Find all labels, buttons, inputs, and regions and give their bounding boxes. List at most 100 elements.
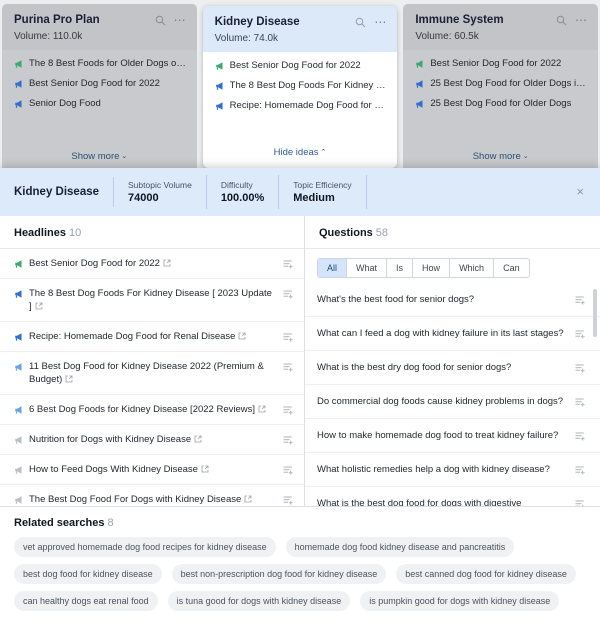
related-search-chip[interactable]: best dog food for kidney disease: [14, 564, 162, 584]
search-icon[interactable]: [355, 17, 366, 28]
question-row[interactable]: What can I feed a dog with kidney failur…: [305, 317, 600, 351]
subtopic-card-kidney-disease[interactable]: Kidney Disease ⋯ Volume: 74.0k Best Seni…: [203, 6, 398, 168]
external-link-icon[interactable]: [65, 375, 73, 383]
question-row[interactable]: How to make homemade dog food to treat k…: [305, 419, 600, 453]
question-filter-all[interactable]: All: [318, 259, 347, 277]
external-link-icon[interactable]: [35, 302, 43, 310]
add-to-list-icon[interactable]: [282, 361, 294, 373]
add-to-list-icon[interactable]: [574, 498, 586, 506]
question-label: What is the best dry dog food for senior…: [317, 361, 568, 374]
add-to-list-icon[interactable]: [282, 404, 294, 416]
metric-label: Subtopic Volume: [128, 179, 192, 191]
list-item[interactable]: Recipe: Homemade Dog Food for Renal …: [215, 100, 388, 112]
headlines-list[interactable]: Best Senior Dog Food for 2022The 8 Best …: [0, 249, 304, 506]
card-title: Kidney Disease: [215, 16, 356, 28]
question-label: What's the best food for senior dogs?: [317, 293, 568, 306]
question-row[interactable]: Do commercial dog foods cause kidney pro…: [305, 385, 600, 419]
external-link-icon[interactable]: [238, 332, 246, 340]
related-search-chip[interactable]: vet approved homemade dog food recipes f…: [14, 537, 276, 557]
scrollbar-thumb[interactable]: [593, 289, 597, 337]
more-options-icon[interactable]: ⋯: [575, 17, 588, 23]
external-link-icon[interactable]: [163, 259, 171, 267]
list-item[interactable]: 25 Best Dog Food for Older Dogs in 2022: [415, 78, 588, 90]
question-filter-is[interactable]: Is: [387, 259, 413, 277]
list-item[interactable]: Senior Dog Food: [14, 98, 187, 110]
headline-row[interactable]: How to Feed Dogs With Kidney Disease: [0, 455, 304, 485]
panel-header: Kidney Disease Subtopic Volume 74000 Dif…: [0, 168, 600, 216]
external-link-icon[interactable]: [244, 495, 252, 503]
add-to-list-icon[interactable]: [282, 494, 294, 506]
list-item[interactable]: Best Senior Dog Food for 2022: [415, 58, 588, 70]
add-to-list-icon[interactable]: [574, 430, 586, 442]
add-to-list-icon[interactable]: [574, 294, 586, 306]
add-to-list-icon[interactable]: [282, 288, 294, 300]
megaphone-icon-wrap: [14, 494, 24, 505]
list-item[interactable]: Best Senior Dog Food for 2022: [215, 60, 388, 72]
close-icon[interactable]: ×: [572, 184, 588, 200]
question-row[interactable]: What holistic remedies help a dog with k…: [305, 453, 600, 487]
megaphone-icon: [14, 99, 24, 109]
add-to-list-icon[interactable]: [282, 434, 294, 446]
questions-list[interactable]: What's the best food for senior dogs? Wha…: [305, 283, 600, 506]
add-to-list-icon[interactable]: [282, 464, 294, 476]
external-link-icon[interactable]: [194, 435, 202, 443]
page-title: Kidney Disease: [14, 177, 114, 207]
question-filter-how[interactable]: How: [413, 259, 450, 277]
headline-row[interactable]: The Best Dog Food For Dogs with Kidney D…: [0, 485, 304, 506]
related-search-chip[interactable]: is pumpkin good for dogs with kidney dis…: [360, 591, 559, 611]
headline-row[interactable]: 6 Best Dog Foods for Kidney Disease [202…: [0, 395, 304, 425]
search-icon[interactable]: [556, 15, 567, 26]
add-to-list-icon[interactable]: [282, 331, 294, 343]
subtopic-cards-strip: Purina Pro Plan ⋯ Volume: 110.0k The 8 B…: [0, 0, 600, 172]
add-to-list-icon[interactable]: [574, 328, 586, 340]
panel-columns: Headlines10 Best Senior Dog Food for 202…: [0, 216, 600, 506]
subtopic-card-immune-system[interactable]: Immune System ⋯ Volume: 60.5k Best Senio…: [403, 4, 598, 172]
search-icon[interactable]: [155, 15, 166, 26]
list-item[interactable]: The 8 Best Foods for Older Dogs of 2022: [14, 58, 187, 70]
add-to-list-icon[interactable]: [282, 258, 294, 270]
list-item[interactable]: 25 Best Dog Food for Older Dogs: [415, 98, 588, 110]
headline-row[interactable]: Best Senior Dog Food for 2022: [0, 249, 304, 279]
more-options-icon[interactable]: ⋯: [174, 17, 187, 23]
chevron-down-icon: ⌄: [121, 152, 127, 160]
related-search-chip[interactable]: best canned dog food for kidney disease: [396, 564, 576, 584]
card-volume: Volume: 74.0k: [215, 33, 388, 44]
add-to-list-icon[interactable]: [574, 396, 586, 408]
related-search-chip[interactable]: can healthy dogs eat renal food: [14, 591, 158, 611]
headline-label: 6 Best Dog Foods for Kidney Disease [202…: [29, 403, 276, 416]
list-item-label: Best Senior Dog Food for 2022: [230, 60, 361, 72]
external-link-icon[interactable]: [258, 405, 266, 413]
related-search-chip[interactable]: best non-prescription dog food for kidne…: [172, 564, 387, 584]
megaphone-icon: [14, 289, 24, 299]
question-filter-which[interactable]: Which: [450, 259, 494, 277]
headline-row[interactable]: 11 Best Dog Food for Kidney Disease 2022…: [0, 352, 304, 395]
headline-row[interactable]: Nutrition for Dogs with Kidney Disease: [0, 425, 304, 455]
megaphone-icon-wrap: [14, 288, 24, 299]
question-row[interactable]: What is the best dry dog food for senior…: [305, 351, 600, 385]
more-options-icon[interactable]: ⋯: [374, 19, 387, 25]
card-volume: Volume: 110.0k: [14, 31, 187, 42]
list-item[interactable]: The 8 Best Dog Foods For Kidney Diseas…: [215, 80, 388, 92]
list-item-label: Recipe: Homemade Dog Food for Renal …: [230, 100, 388, 112]
subtopic-card-purina-pro-plan[interactable]: Purina Pro Plan ⋯ Volume: 110.0k The 8 B…: [2, 4, 197, 172]
question-filter-can[interactable]: Can: [494, 259, 529, 277]
list-item-label: Best Senior Dog Food for 2022: [29, 78, 160, 90]
add-to-list-icon[interactable]: [574, 464, 586, 476]
question-filter-what[interactable]: What: [347, 259, 387, 277]
headline-row[interactable]: Recipe: Homemade Dog Food for Renal Dise…: [0, 322, 304, 352]
add-to-list-icon[interactable]: [574, 362, 586, 374]
question-row[interactable]: What is the best dog food for dogs with …: [305, 487, 600, 506]
show-more-label: Show more: [71, 151, 119, 162]
related-search-chip[interactable]: is tuna good for dogs with kidney diseas…: [168, 591, 351, 611]
list-item[interactable]: Best Senior Dog Food for 2022: [14, 78, 187, 90]
question-row[interactable]: What's the best food for senior dogs?: [305, 283, 600, 317]
question-filter-tabs[interactable]: AllWhatIsHowWhichCan: [317, 258, 530, 278]
megaphone-icon: [14, 59, 24, 69]
headline-row[interactable]: The 8 Best Dog Foods For Kidney Disease …: [0, 279, 304, 322]
hide-ideas-label: Hide ideas: [274, 147, 319, 158]
headline-label: How to Feed Dogs With Kidney Disease: [29, 463, 276, 476]
hide-ideas-button[interactable]: Hide ideas⌃: [203, 141, 398, 168]
related-search-chip[interactable]: homemade dog food kidney disease and pan…: [286, 537, 515, 557]
external-link-icon[interactable]: [201, 465, 209, 473]
megaphone-icon-wrap: [14, 331, 24, 342]
